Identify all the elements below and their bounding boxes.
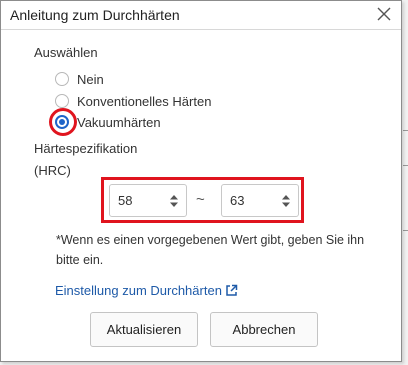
radio-button[interactable] [55,94,69,108]
external-link-icon [226,284,238,296]
link-label: Einstellung zum Durchhärten [55,283,222,298]
hardness-unit-label: (HRC) [34,163,71,178]
dialog-title: Anleitung zum Durchhärten [10,7,180,23]
hardening-settings-link[interactable]: Einstellung zum Durchhärten [55,283,238,298]
radio-button[interactable] [55,72,69,86]
dialog-titlebar: Anleitung zum Durchhärten [1,1,401,30]
radio-label: Konventionelles Härten [77,93,212,109]
hardness-min-input[interactable]: 58 [109,184,187,217]
radio-label: Vakuumhärten [77,114,161,130]
highlight-circle [49,108,77,136]
hardness-max-value: 63 [230,193,245,208]
hardness-max-input[interactable]: 63 [221,184,299,217]
input-note: *Wenn es einen vorgegebenen Wert gibt, g… [56,233,365,267]
cancel-button[interactable]: Abbrechen [210,312,318,347]
background-edge-mark [403,165,408,166]
hardness-label: Härtespezifikation [34,141,138,156]
spinner-arrows-icon[interactable] [169,194,179,208]
hardening-dialog: Anleitung zum Durchhärten Auswählen Nein… [0,0,402,362]
hardness-min-value: 58 [118,193,133,208]
selection-label: Auswählen [34,45,98,60]
close-icon[interactable] [375,5,393,23]
spinner-arrows-icon[interactable] [281,194,291,208]
background-edge-mark [403,130,408,131]
radio-option-konventionelles-haerten[interactable]: Konventionelles Härten [55,92,211,110]
update-button[interactable]: Aktualisieren [90,312,198,347]
radio-label: Nein [77,71,104,87]
radio-option-nein[interactable]: Nein [55,70,104,88]
background-edge-mark [403,230,408,231]
range-separator: ~ [196,191,205,208]
